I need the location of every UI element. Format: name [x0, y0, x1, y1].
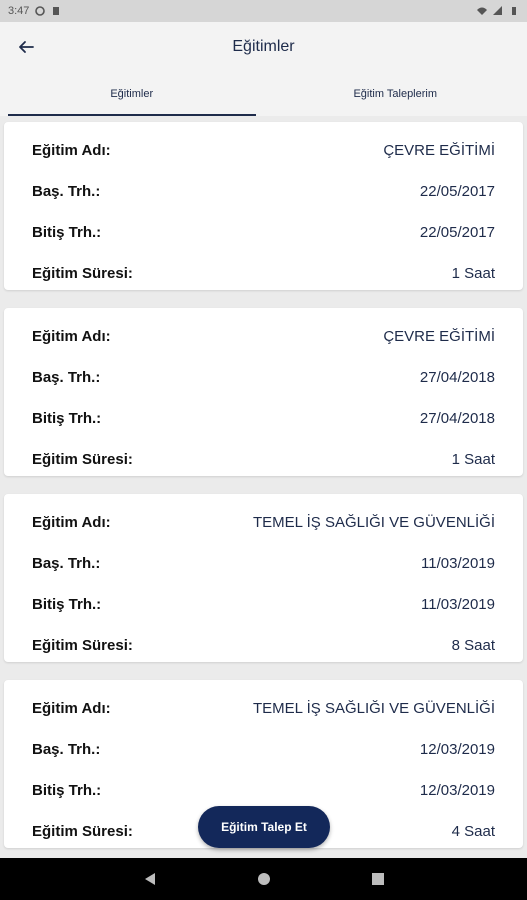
- sync-icon: [35, 6, 46, 16]
- value-duration: 8 Saat: [451, 636, 495, 654]
- row-start: Baş. Trh.: 12/03/2019: [32, 737, 495, 761]
- triangle-back-icon: [144, 873, 155, 885]
- tab-bar: Eğitimler Eğitim Taleplerim: [0, 72, 527, 116]
- page-title: Eğitimler: [232, 38, 295, 55]
- value-end: 22/05/2017: [419, 223, 495, 241]
- label-name: Eğitim Adı:: [32, 513, 111, 531]
- row-duration: Eğitim Süresi: 8 Saat: [32, 633, 495, 657]
- label-end: Bitiş Trh.:: [32, 223, 102, 241]
- label-end: Bitiş Trh.:: [32, 781, 102, 799]
- row-end: Bitiş Trh.: 27/04/2018: [32, 406, 495, 430]
- app-bar: Eğitimler: [0, 22, 527, 72]
- label-duration: Eğitim Süresi:: [32, 450, 133, 468]
- row-end: Bitiş Trh.: 11/03/2019: [32, 592, 495, 616]
- label-start: Baş. Trh.:: [32, 182, 101, 200]
- value-start: 27/04/2018: [419, 368, 495, 386]
- circle-home-icon: [257, 873, 270, 885]
- value-name: TEMEL İŞ SAĞLIĞI VE GÜVENLİĞİ: [252, 513, 495, 531]
- tab-egitimler[interactable]: Eğitimler: [0, 72, 264, 116]
- nav-home-button[interactable]: [252, 867, 276, 891]
- label-duration: Eğitim Süresi:: [32, 822, 133, 840]
- value-start: 11/03/2019: [421, 554, 495, 572]
- row-start: Baş. Trh.: 11/03/2019: [32, 551, 495, 575]
- square-recents-icon: [371, 873, 384, 885]
- row-name: Eğitim Adı: ÇEVRE EĞİTİMİ: [32, 324, 495, 348]
- label-start: Baş. Trh.:: [32, 740, 101, 758]
- value-end: 12/03/2019: [419, 781, 495, 799]
- system-nav-bar: [0, 858, 527, 900]
- label-start: Baş. Trh.:: [32, 368, 101, 386]
- label-end: Bitiş Trh.:: [32, 409, 102, 427]
- value-duration: 1 Saat: [451, 450, 495, 468]
- tab-egitim-taleplerim[interactable]: Eğitim Taleplerim: [264, 72, 527, 116]
- label-name: Eğitim Adı:: [32, 327, 111, 345]
- row-duration: Eğitim Süresi: 1 Saat: [32, 447, 495, 471]
- value-duration: 1 Saat: [451, 264, 495, 282]
- tab-label: Eğitim Taleplerim: [353, 88, 438, 100]
- tab-label: Eğitimler: [110, 88, 154, 100]
- training-list[interactable]: Eğitim Adı: ÇEVRE EĞİTİMİ Baş. Trh.: 22/…: [0, 116, 527, 858]
- signal-icon: [493, 6, 502, 15]
- row-duration: Eğitim Süresi: 1 Saat: [32, 261, 495, 285]
- back-button[interactable]: [14, 35, 38, 59]
- label-duration: Eğitim Süresi:: [32, 636, 133, 654]
- training-card[interactable]: Eğitim Adı: ÇEVRE EĞİTİMİ Baş. Trh.: 27/…: [4, 308, 523, 476]
- arrow-left-icon: [19, 41, 34, 53]
- label-name: Eğitim Adı:: [32, 699, 111, 717]
- value-name: ÇEVRE EĞİTİMİ: [383, 327, 495, 345]
- value-name: ÇEVRE EĞİTİMİ: [383, 141, 495, 159]
- sd-card-icon: [53, 7, 60, 15]
- row-start: Baş. Trh.: 27/04/2018: [32, 365, 495, 389]
- nav-recents-button[interactable]: [366, 867, 390, 891]
- status-bar: 3:47: [0, 0, 527, 22]
- battery-icon: [512, 7, 516, 15]
- row-name: Eğitim Adı: ÇEVRE EĞİTİMİ: [32, 138, 495, 162]
- value-start: 12/03/2019: [419, 740, 495, 758]
- row-name: Eğitim Adı: TEMEL İŞ SAĞLIĞI VE GÜVENLİĞ…: [32, 696, 495, 720]
- label-start: Baş. Trh.:: [32, 554, 101, 572]
- label-end: Bitiş Trh.:: [32, 595, 102, 613]
- wifi-icon: [477, 7, 487, 15]
- status-time: 3:47: [8, 5, 30, 17]
- row-end: Bitiş Trh.: 12/03/2019: [32, 778, 495, 802]
- value-duration: 4 Saat: [451, 822, 495, 840]
- value-name: TEMEL İŞ SAĞLIĞI VE GÜVENLİĞİ: [252, 699, 495, 717]
- training-card[interactable]: Eğitim Adı: TEMEL İŞ SAĞLIĞI VE GÜVENLİĞ…: [4, 494, 523, 662]
- value-end: 11/03/2019: [421, 595, 495, 613]
- value-start: 22/05/2017: [419, 182, 495, 200]
- label-name: Eğitim Adı:: [32, 141, 111, 159]
- nav-back-button[interactable]: [138, 867, 162, 891]
- value-end: 27/04/2018: [419, 409, 495, 427]
- row-start: Baş. Trh.: 22/05/2017: [32, 179, 495, 203]
- training-card[interactable]: Eğitim Adı: ÇEVRE EĞİTİMİ Baş. Trh.: 22/…: [4, 122, 523, 290]
- request-training-button[interactable]: Eğitim Talep Et: [198, 806, 330, 848]
- label-duration: Eğitim Süresi:: [32, 264, 133, 282]
- row-end: Bitiş Trh.: 22/05/2017: [32, 220, 495, 244]
- row-name: Eğitim Adı: TEMEL İŞ SAĞLIĞI VE GÜVENLİĞ…: [32, 510, 495, 534]
